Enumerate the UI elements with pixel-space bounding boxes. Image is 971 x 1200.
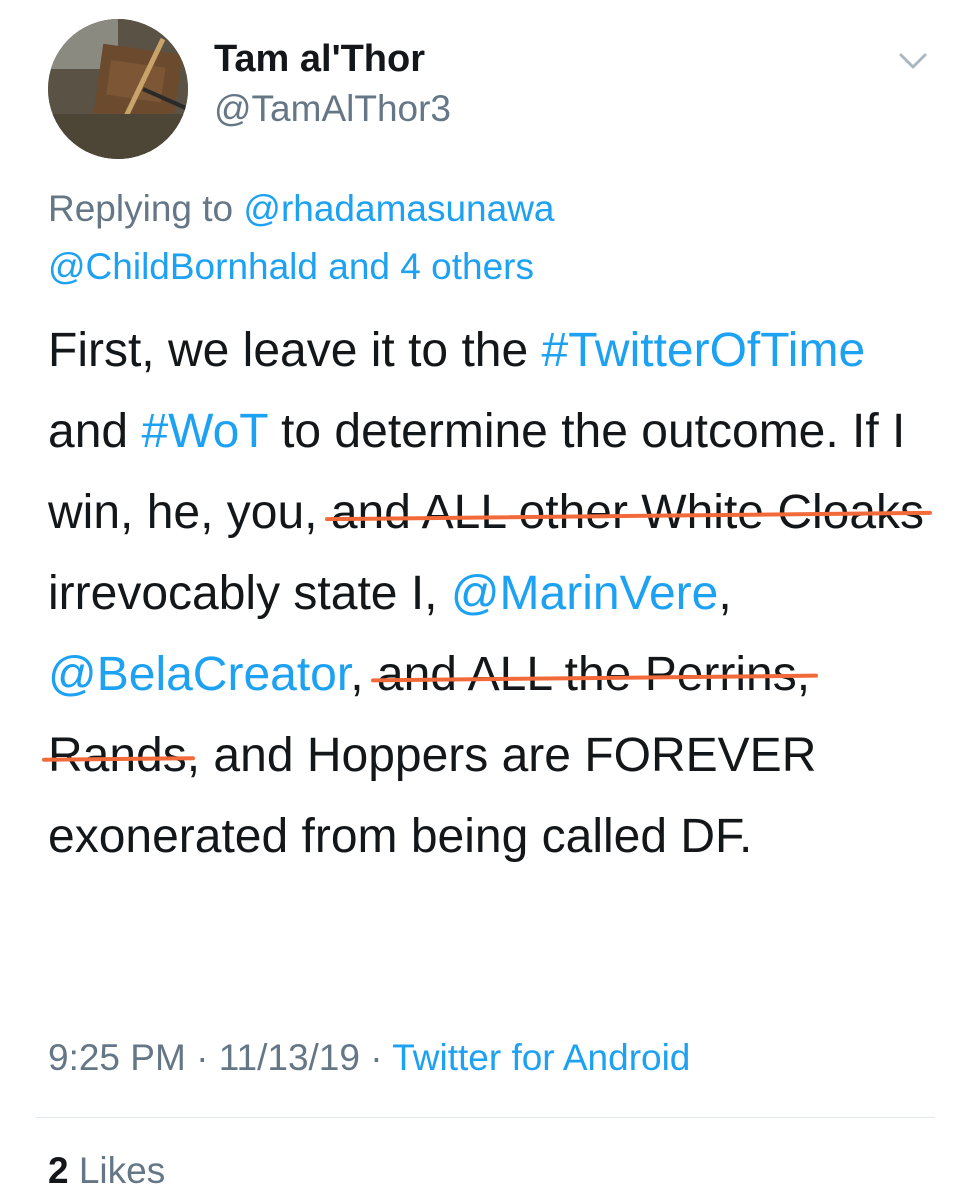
tweet-text-segment: irrevocably state I, <box>48 567 438 620</box>
tweet-time: 9:25 PM <box>48 1037 186 1078</box>
likes-label: Likes <box>78 1150 166 1191</box>
tweet-date: 11/13/19 <box>218 1037 360 1078</box>
chevron-down-icon[interactable] <box>898 50 928 72</box>
replying-others[interactable]: 4 others <box>400 246 534 287</box>
likes-count[interactable]: 2 Likes <box>48 1150 165 1192</box>
mention-belacreator[interactable]: @BelaCreator <box>48 648 350 701</box>
divider <box>36 1117 935 1118</box>
replying-prefix: Replying to <box>48 188 234 229</box>
meta-separator: · <box>196 1037 209 1078</box>
tweet-source[interactable]: Twitter for Android <box>392 1037 690 1078</box>
tweet-meta: 9:25 PM · 11/13/19 · Twitter for Android <box>48 1037 690 1079</box>
strikethrough-text: and ALL other White Cloaks <box>330 486 925 539</box>
likes-number: 2 <box>48 1150 69 1191</box>
hashtag-wot[interactable]: #WoT <box>141 405 267 458</box>
meta-separator: · <box>370 1037 383 1078</box>
tweet-text-segment: First, we leave it to the <box>48 324 529 377</box>
tweet-text-segment: , <box>350 648 364 701</box>
mention-marinvere[interactable]: @MarinVere <box>451 567 719 620</box>
strikethrough-text: Rands <box>48 729 187 782</box>
display-name[interactable]: Tam al'Thor <box>214 38 425 81</box>
replying-and[interactable]: and <box>328 246 390 287</box>
strikethrough-text: and ALL the Perrins, <box>376 648 811 701</box>
tweet-text: First, we leave it to the #TwitterOfTime… <box>48 310 938 877</box>
avatar-image <box>48 19 188 159</box>
hashtag-twitterofttime[interactable]: #TwitterOfTime <box>542 324 866 377</box>
avatar[interactable] <box>48 19 188 159</box>
tweet-text-segment: and <box>48 405 129 458</box>
mention-rhadamasunawa[interactable]: @rhadamasunawa <box>243 188 554 229</box>
mention-childbornhald[interactable]: @ChildBornhald <box>48 246 318 287</box>
user-handle[interactable]: @TamAlThor3 <box>214 88 451 130</box>
tweet-text-segment: , <box>718 567 732 620</box>
replying-to: Replying to @rhadamasunawa @ChildBornhal… <box>48 180 928 296</box>
